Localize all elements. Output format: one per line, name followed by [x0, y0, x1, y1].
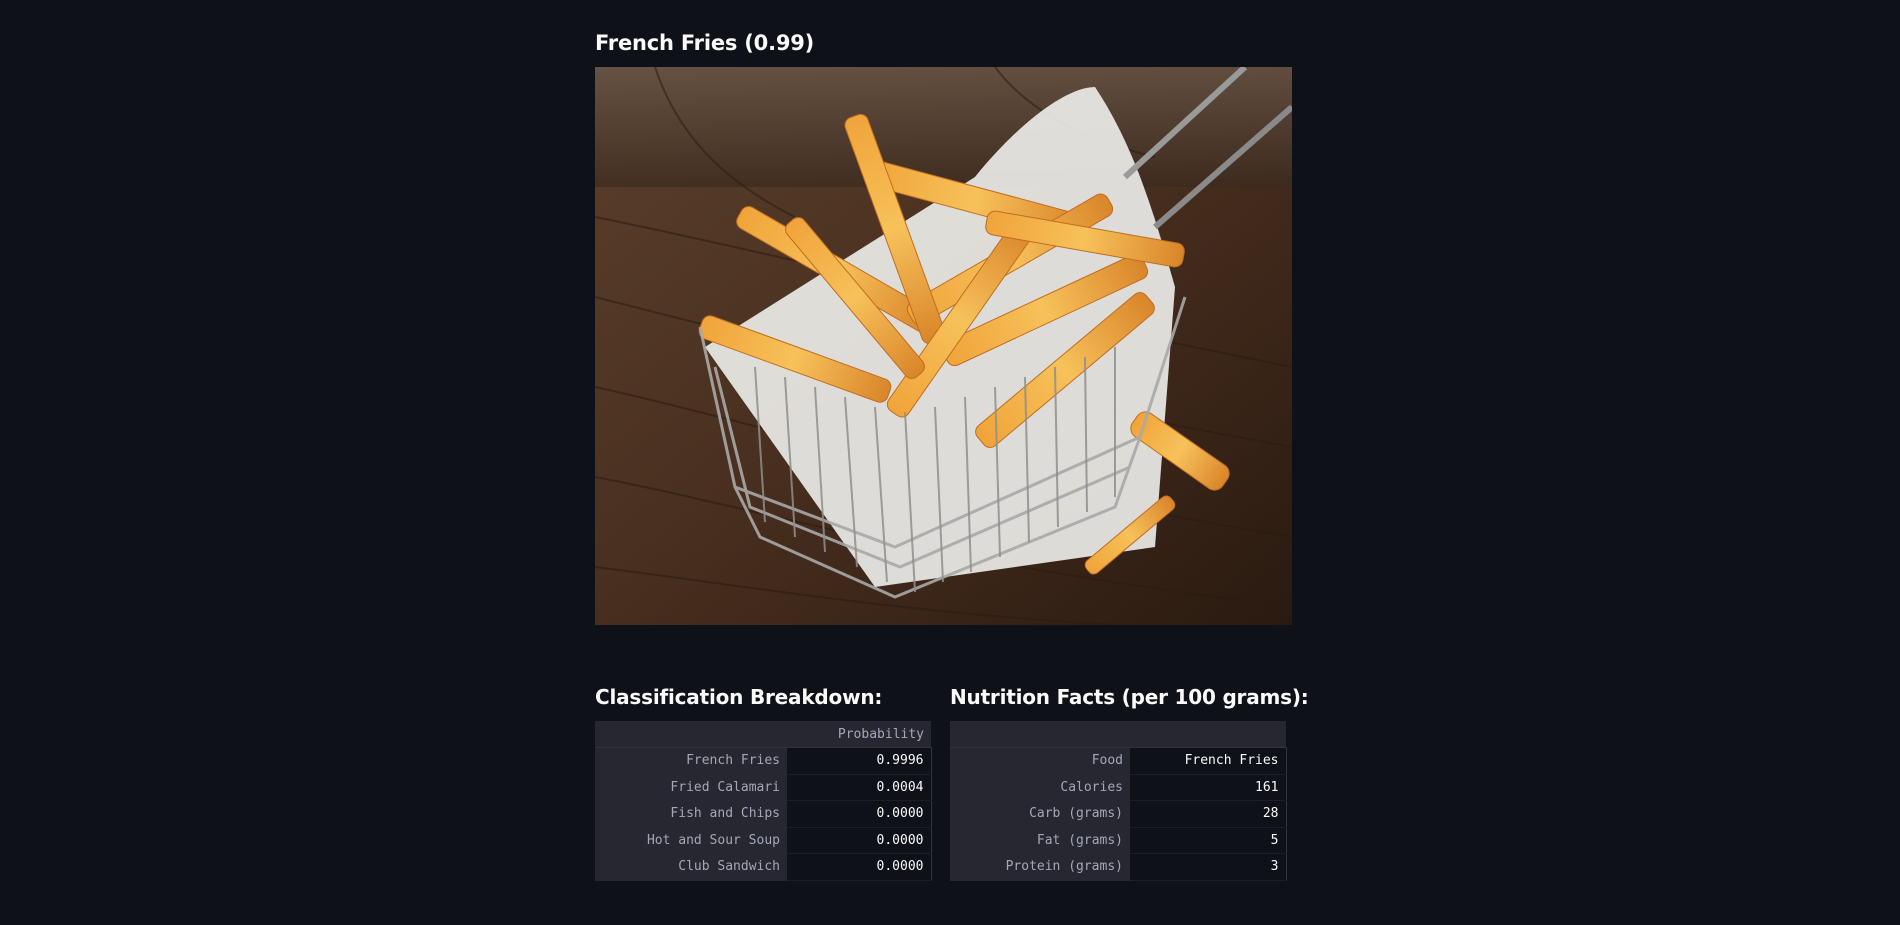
table-row: Food French Fries	[950, 747, 1287, 775]
table-row: Fat (grams) 5	[950, 827, 1287, 854]
classification-heading: Classification Breakdown:	[595, 685, 883, 709]
table-row: French Fries 0.9996	[595, 747, 932, 775]
row-label: French Fries	[595, 747, 787, 775]
table-row: Calories 161	[950, 774, 1287, 801]
row-value: 0.0004	[787, 774, 932, 801]
index-header-cell	[950, 721, 1130, 748]
table-header-row: Probability	[595, 721, 931, 748]
table-row: Fried Calamari 0.0004	[595, 774, 932, 801]
row-label: Food	[950, 747, 1130, 775]
app-main: French Fries (0.99) Classification Break…	[0, 0, 1900, 925]
row-label: Club Sandwich	[595, 853, 787, 881]
row-label: Protein (grams)	[950, 853, 1130, 881]
table-row: Hot and Sour Soup 0.0000	[595, 827, 932, 854]
row-label: Fried Calamari	[595, 774, 787, 801]
probability-column-header[interactable]: Probability	[787, 721, 931, 748]
nutrition-column-header[interactable]	[1130, 721, 1286, 748]
row-label: Fish and Chips	[595, 800, 787, 828]
row-label: Hot and Sour Soup	[595, 827, 787, 854]
table-row: Club Sandwich 0.0000	[595, 853, 932, 881]
row-value: 0.0000	[787, 853, 932, 881]
row-value: 0.9996	[787, 747, 932, 775]
classification-table: Probability French Fries 0.9996 Fried Ca…	[595, 721, 932, 881]
table-row: Carb (grams) 28	[950, 800, 1287, 828]
row-value: 161	[1130, 774, 1287, 801]
table-row: Protein (grams) 3	[950, 853, 1287, 881]
row-value: 0.0000	[787, 827, 932, 854]
prediction-title: French Fries (0.99)	[595, 31, 815, 55]
row-label: Fat (grams)	[950, 827, 1130, 854]
food-photo	[595, 67, 1292, 625]
table-row: Fish and Chips 0.0000	[595, 800, 932, 828]
row-label: Calories	[950, 774, 1130, 801]
nutrition-heading: Nutrition Facts (per 100 grams):	[950, 685, 1309, 709]
row-value: 3	[1130, 853, 1287, 881]
row-value: 28	[1130, 800, 1287, 828]
row-value: French Fries	[1130, 747, 1287, 775]
row-label: Carb (grams)	[950, 800, 1130, 828]
row-value: 5	[1130, 827, 1287, 854]
table-header-row	[950, 721, 1286, 748]
nutrition-table: Food French Fries Calories 161 Carb (gra…	[950, 721, 1287, 881]
row-value: 0.0000	[787, 800, 932, 828]
index-header-cell	[595, 721, 787, 748]
